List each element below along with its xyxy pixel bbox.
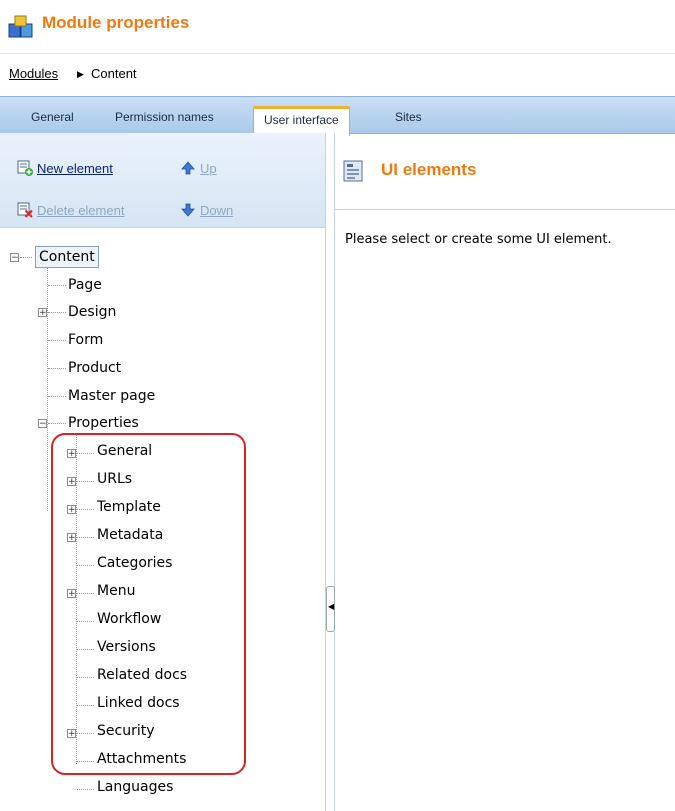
panel-splitter[interactable] [326, 133, 335, 811]
collapse-icon[interactable]: − [38, 419, 47, 429]
chevron-left-icon: ◀ [328, 602, 335, 611]
tree-connector [47, 267, 48, 511]
tab-bar: General Permission names User interface … [0, 96, 675, 136]
tree-connector [48, 285, 66, 286]
arrow-up-icon [181, 161, 195, 175]
tree-node-form[interactable]: Form [68, 330, 103, 350]
up-button[interactable]: Up [180, 160, 217, 176]
tab-user-interface[interactable]: User interface [253, 106, 350, 136]
module-cubes-icon [8, 15, 33, 38]
new-element-icon [17, 160, 33, 176]
tree-node-languages[interactable]: Languages [97, 777, 173, 797]
ui-elements-panel: UI elements Please select or create some… [335, 133, 675, 811]
tree-node-properties[interactable]: Properties [68, 413, 139, 433]
empty-state-message: Please select or create some UI element. [345, 232, 612, 247]
expand-icon[interactable]: + [38, 308, 47, 318]
breadcrumb-current: Content [91, 66, 137, 81]
down-label: Down [200, 202, 234, 218]
tree-connector [77, 789, 94, 790]
delete-element-label: Delete element [37, 202, 125, 218]
ui-elements-title: UI elements [381, 160, 477, 179]
ui-elements-icon [343, 160, 363, 182]
tree-node-product[interactable]: Product [68, 358, 121, 378]
tree-connector [48, 312, 66, 313]
ui-elements-header: UI elements [335, 133, 675, 210]
arrow-down-icon [181, 203, 195, 217]
tab-general[interactable]: General [31, 110, 74, 124]
page-title: Module properties [42, 13, 190, 32]
tree-node-master-page[interactable]: Master page [68, 386, 155, 406]
tree-node-content[interactable]: Content [35, 246, 99, 268]
tab-permission-names[interactable]: Permission names [115, 110, 214, 124]
tree-connector [48, 396, 66, 397]
up-label: Up [200, 160, 217, 176]
tree-connector [48, 340, 66, 341]
new-element-label: New element [37, 160, 113, 176]
new-element-button[interactable]: New element [17, 160, 113, 176]
tree-connector [48, 423, 66, 424]
breadcrumb: Modules ▶ Content [0, 53, 675, 94]
delete-element-button[interactable]: Delete element [17, 202, 124, 218]
breadcrumb-arrow-icon: ▶ [77, 69, 84, 79]
down-button[interactable]: Down [180, 202, 233, 218]
tree-node-design[interactable]: Design [68, 302, 116, 322]
collapse-icon[interactable]: − [10, 253, 19, 263]
page-header: Module properties [0, 0, 675, 52]
tab-sites[interactable]: Sites [395, 110, 422, 124]
tree-toolbar: New element Up Delete element Down [0, 133, 325, 228]
delete-element-icon [17, 202, 33, 218]
tree-connector [48, 368, 66, 369]
highlight-annotation [51, 433, 246, 775]
collapse-panel-handle[interactable]: ◀ [326, 586, 335, 632]
tree-connector [20, 257, 32, 258]
breadcrumb-modules-link[interactable]: Modules [9, 66, 58, 81]
tree-node-page[interactable]: Page [68, 275, 102, 295]
